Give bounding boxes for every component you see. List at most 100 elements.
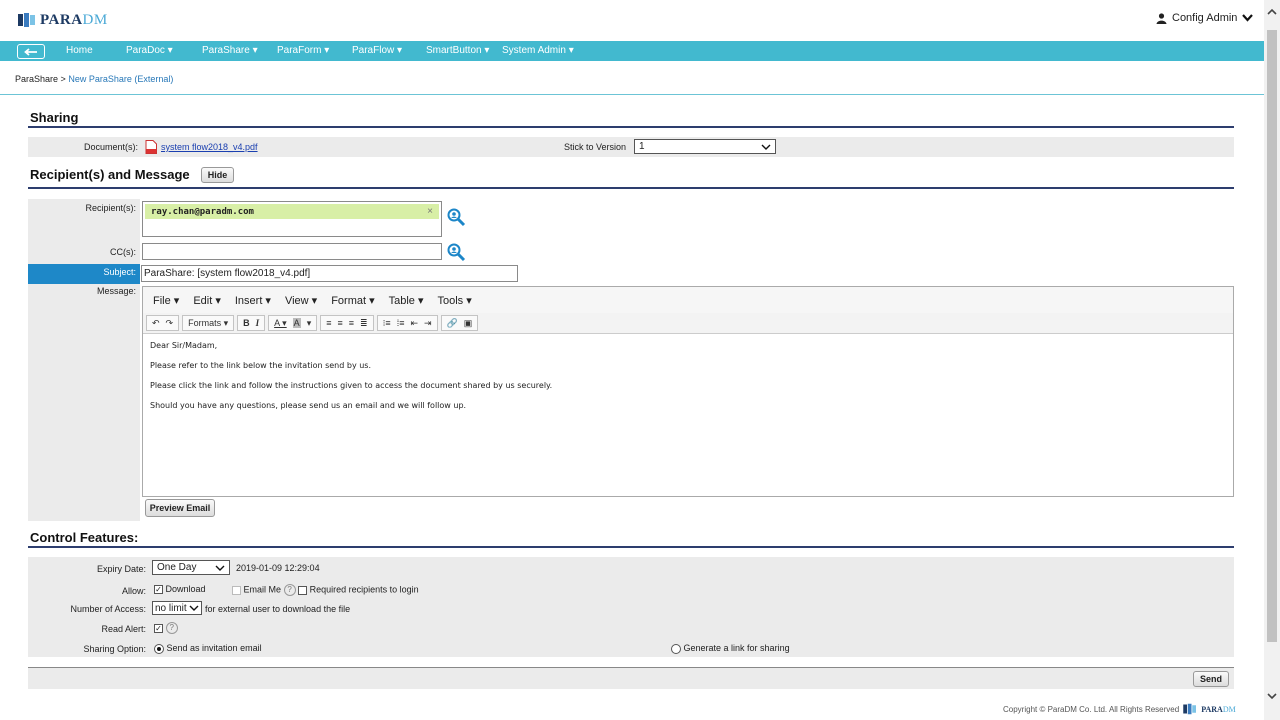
emailme-checkbox[interactable] bbox=[232, 585, 241, 595]
menu-tools[interactable]: Tools ▾ bbox=[437, 294, 471, 307]
option-invite[interactable]: Send as invitation email bbox=[154, 643, 262, 654]
nav-smartbutton[interactable]: SmartButton ▾ bbox=[426, 45, 489, 56]
paradm-logo[interactable]: PARA DM bbox=[18, 10, 108, 30]
subject-input[interactable]: ParaShare: [system flow2018_v4.pdf] bbox=[141, 265, 518, 282]
recipients-divider bbox=[28, 187, 1234, 189]
option-link[interactable]: Generate a link for sharing bbox=[671, 643, 790, 654]
message-label: Message: bbox=[96, 286, 136, 296]
bullet-list-icon[interactable]: ⁝≡ bbox=[383, 318, 391, 329]
recipient-input[interactable]: ray.chan@paradm.com × bbox=[142, 201, 442, 237]
undo-icon[interactable]: ↶ bbox=[152, 318, 160, 329]
app-header: PARA DM Config Admin bbox=[0, 0, 1264, 40]
redo-icon[interactable]: ↷ bbox=[166, 318, 174, 329]
scrollbar-thumb[interactable] bbox=[1267, 30, 1277, 642]
read-alert-checkbox[interactable]: ✓ bbox=[154, 623, 163, 633]
menu-file[interactable]: File ▾ bbox=[153, 294, 179, 307]
send-button[interactable]: Send bbox=[1193, 671, 1229, 687]
menu-insert[interactable]: Insert ▾ bbox=[235, 294, 271, 307]
user-menu[interactable]: Config Admin bbox=[1156, 12, 1254, 24]
link-icon[interactable]: 🔗 bbox=[447, 318, 458, 329]
image-icon[interactable]: ▣ bbox=[464, 318, 473, 329]
footer-logo-icon bbox=[1183, 703, 1197, 715]
stick-version-value: 1 bbox=[639, 141, 645, 152]
menu-table[interactable]: Table ▾ bbox=[389, 294, 424, 307]
help-icon[interactable]: ? bbox=[165, 622, 178, 634]
footer-logo-secondary: DM bbox=[1222, 704, 1236, 714]
read-alert-label: Read Alert: bbox=[101, 624, 146, 634]
italic-icon[interactable]: I bbox=[256, 318, 260, 328]
access-suffix: for external user to download the file bbox=[205, 604, 351, 614]
invite-radio[interactable] bbox=[154, 643, 164, 654]
menu-format[interactable]: Format ▾ bbox=[331, 294, 374, 307]
chevron-down-icon bbox=[215, 565, 225, 571]
control-panel: Expiry Date: One Day 2019-01-09 12:29:04… bbox=[28, 557, 1234, 657]
formats-dropdown[interactable]: Formats ▾ bbox=[188, 318, 228, 329]
hide-button[interactable]: Hide bbox=[201, 167, 234, 183]
page-scrollbar[interactable] bbox=[1264, 0, 1280, 720]
nav-paraflow[interactable]: ParaFlow ▾ bbox=[352, 45, 402, 56]
close-icon[interactable]: × bbox=[427, 206, 433, 217]
scroll-up-icon[interactable] bbox=[1267, 8, 1277, 16]
background-color-chevron-icon[interactable]: ▾ bbox=[307, 318, 312, 329]
logo-text-secondary: DM bbox=[82, 11, 108, 28]
expiry-value: One Day bbox=[157, 562, 197, 573]
align-center-icon[interactable]: ≡ bbox=[337, 318, 342, 328]
breadcrumb-separator: > bbox=[60, 74, 66, 84]
indent-icon[interactable]: ⇥ bbox=[424, 318, 432, 329]
breadcrumb: ParaShare > New ParaShare (External) bbox=[15, 74, 173, 84]
editor-content[interactable]: Dear Sir/Madam, Please refer to the link… bbox=[150, 341, 552, 421]
document-link[interactable]: system flow2018_v4.pdf bbox=[161, 142, 258, 152]
expiry-select[interactable]: One Day bbox=[152, 560, 230, 575]
sharing-divider bbox=[28, 126, 1234, 128]
align-right-icon[interactable]: ≡ bbox=[349, 318, 354, 328]
logo-text-primary: PARA bbox=[40, 11, 83, 28]
help-icon[interactable]: ? bbox=[283, 584, 296, 596]
allow-label: Allow: bbox=[121, 586, 146, 596]
chevron-down-icon bbox=[761, 144, 771, 150]
nav-home[interactable]: Home bbox=[66, 45, 93, 56]
breadcrumb-root[interactable]: ParaShare bbox=[15, 74, 58, 84]
search-cc-icon[interactable] bbox=[447, 243, 467, 263]
required-login-label: Required recipients to login bbox=[309, 584, 419, 595]
recipient-tag-text: ray.chan@paradm.com bbox=[151, 206, 254, 217]
bold-icon[interactable]: B bbox=[243, 318, 250, 328]
background-color-icon[interactable]: A bbox=[292, 318, 301, 328]
history-group: ↶ ↷ bbox=[146, 315, 180, 331]
stick-version-select[interactable]: 1 bbox=[634, 139, 776, 154]
cc-input[interactable] bbox=[142, 243, 442, 260]
required-login-checkbox[interactable] bbox=[298, 585, 308, 595]
expiry-datetime: 2019-01-09 12:29:04 bbox=[236, 563, 320, 573]
message-editor[interactable]: File ▾ Edit ▾ Insert ▾ View ▾ Format ▾ T… bbox=[142, 286, 1234, 497]
download-checkbox[interactable]: ✓ bbox=[154, 585, 163, 595]
link-radio[interactable] bbox=[671, 643, 681, 654]
menu-edit[interactable]: Edit ▾ bbox=[193, 294, 221, 307]
text-color-icon[interactable]: A ▾ bbox=[274, 318, 287, 329]
nav-paraform[interactable]: ParaForm ▾ bbox=[277, 45, 329, 56]
search-recipient-icon[interactable] bbox=[447, 208, 467, 228]
option-invite-label: Send as invitation email bbox=[166, 643, 262, 653]
footer-copyright: Copyright © ParaDM Co. Ltd. All Rights R… bbox=[1003, 704, 1180, 714]
preview-email-button[interactable]: Preview Email bbox=[145, 499, 215, 517]
nav-paradoc[interactable]: ParaDoc ▾ bbox=[126, 45, 173, 56]
list-group: ⁝≡ ⁞≡ ⇤ ⇥ bbox=[376, 315, 438, 331]
scroll-down-icon[interactable] bbox=[1267, 692, 1277, 700]
recipient-tag: ray.chan@paradm.com × bbox=[145, 204, 439, 219]
emailme-option: Email Me ? Required recipients to login bbox=[232, 584, 419, 596]
back-button[interactable] bbox=[17, 44, 45, 59]
align-left-icon[interactable]: ≡ bbox=[326, 318, 331, 328]
emailme-label: Email Me bbox=[243, 584, 282, 595]
outdent-icon[interactable]: ⇤ bbox=[410, 318, 418, 329]
pdf-icon bbox=[145, 140, 157, 154]
align-justify-icon[interactable]: ≣ bbox=[360, 318, 368, 329]
stick-version-label: Stick to Version bbox=[563, 142, 626, 152]
access-value: no limit bbox=[155, 602, 187, 614]
align-group: ≡ ≡ ≡ ≣ bbox=[320, 315, 374, 331]
access-select[interactable]: no limit bbox=[152, 601, 202, 615]
subject-value: ParaShare: [system flow2018_v4.pdf] bbox=[144, 268, 311, 279]
sharing-row: Document(s): system flow2018_v4.pdf Stic… bbox=[28, 137, 1234, 157]
expiry-label: Expiry Date: bbox=[96, 564, 146, 574]
nav-system-admin[interactable]: System Admin ▾ bbox=[502, 45, 574, 56]
nav-parashare[interactable]: ParaShare ▾ bbox=[202, 45, 258, 56]
numbered-list-icon[interactable]: ⁞≡ bbox=[397, 318, 405, 328]
menu-view[interactable]: View ▾ bbox=[285, 294, 317, 307]
